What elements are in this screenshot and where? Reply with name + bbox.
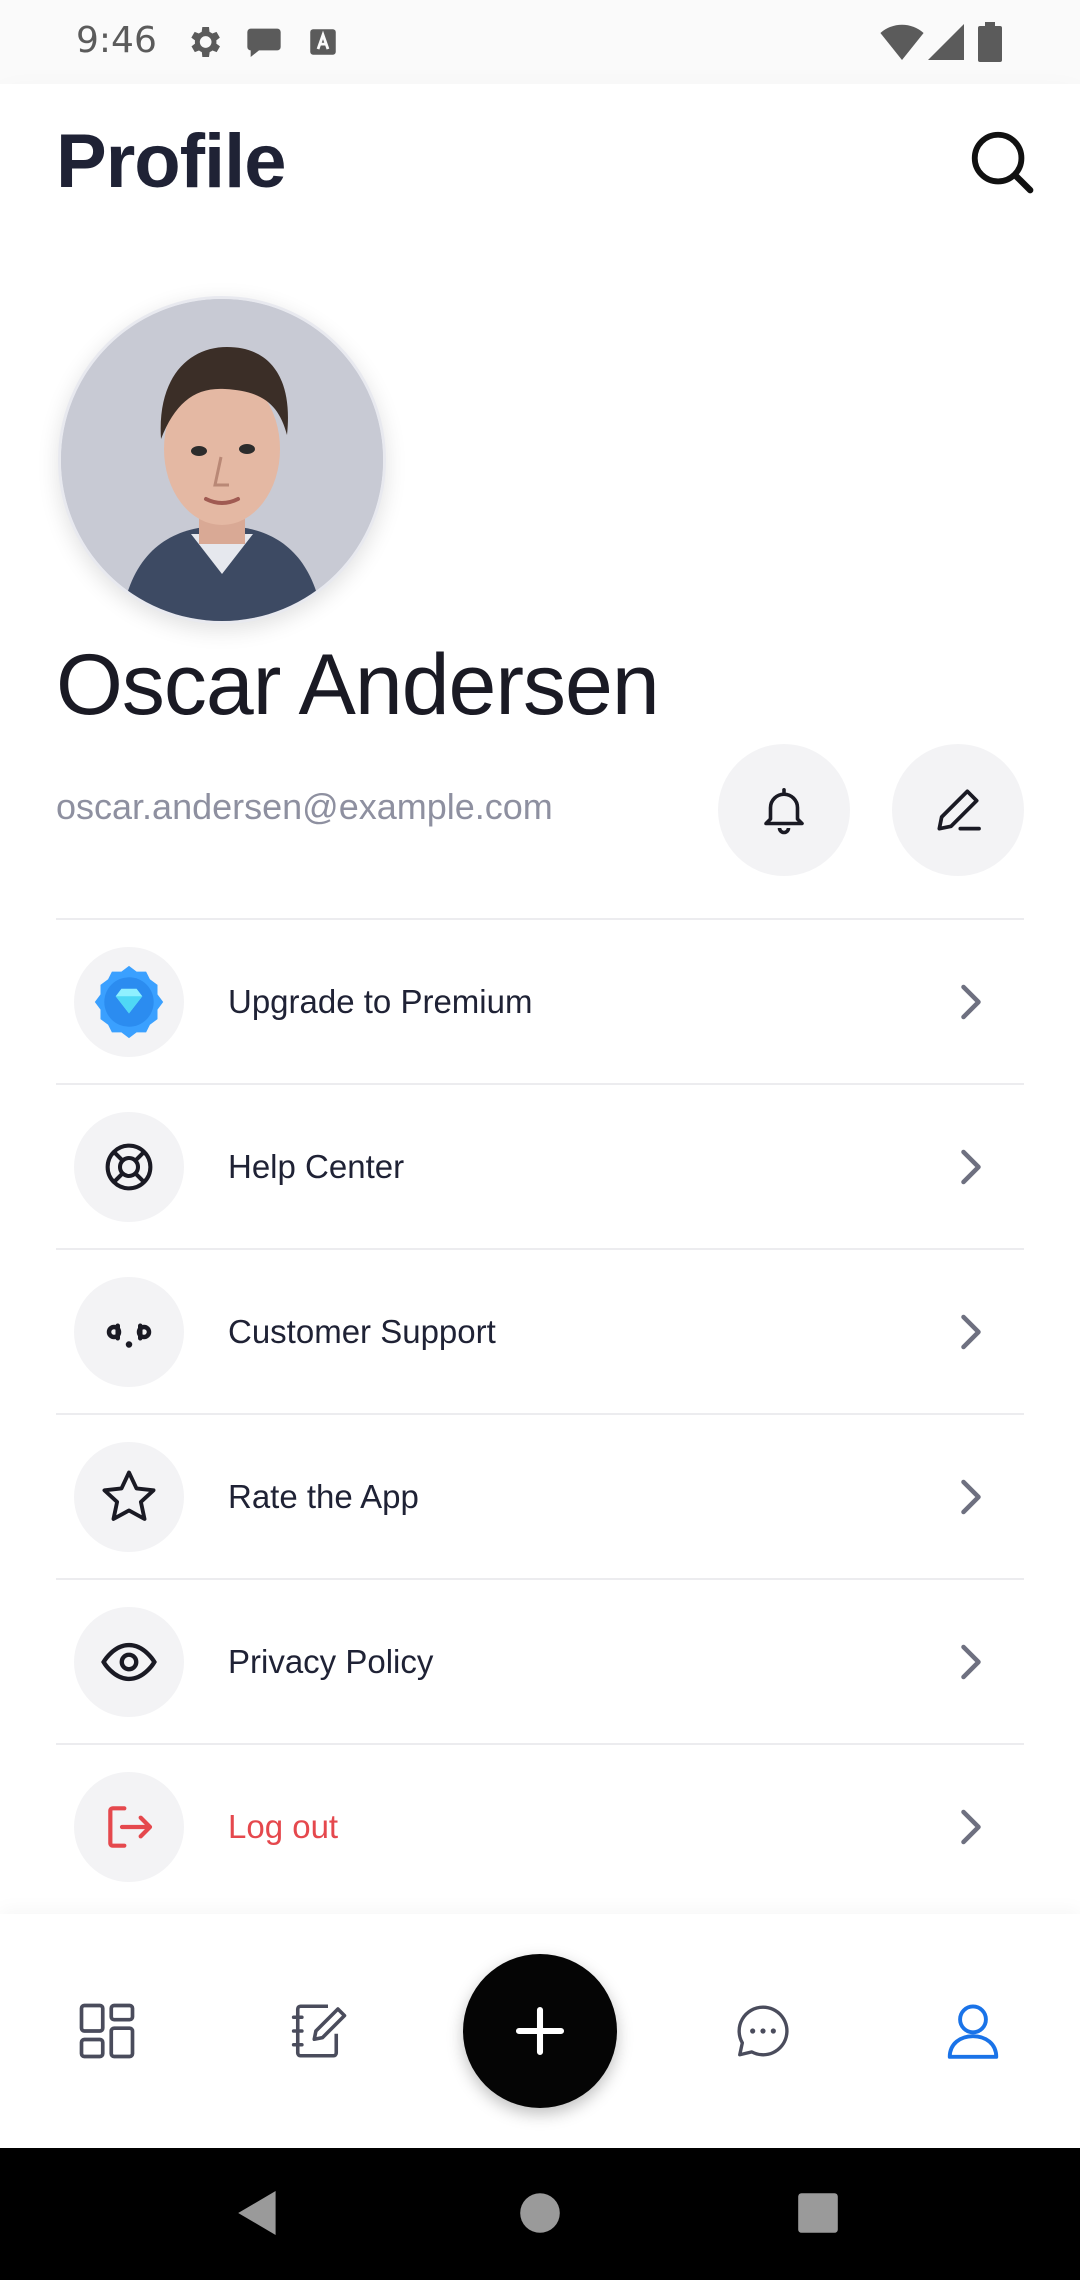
message-icon [247,28,281,57]
menu-item-help-center[interactable]: Help Center [56,1085,1024,1250]
menu-item-upgrade-premium[interactable]: Upgrade to Premium [56,920,1024,1085]
chevron-right-icon [961,1314,981,1349]
user-icon [947,2004,999,2059]
menu-icon-circle [74,946,184,1057]
add-icon [515,2006,565,2056]
notifications-button[interactable] [718,744,850,876]
edit-profile-button[interactable] [892,744,1024,876]
avatar-person-image [61,299,383,621]
menu-item-privacy-policy[interactable]: Privacy Policy [56,1580,1024,1745]
app-bar: Profile [0,84,1080,236]
nav-notes[interactable] [280,1994,354,2068]
chevron-right-icon [961,1149,981,1184]
menu-item-customer-support[interactable]: Customer Support [56,1250,1024,1415]
menu-label: Log out [228,1807,339,1845]
menu-item-log-out[interactable]: Log out [56,1745,1024,1908]
menu-item-rate-app[interactable]: Rate the App [56,1415,1024,1580]
add-button[interactable] [463,1954,617,2108]
user-name: Oscar Andersen [56,637,660,733]
bottom-nav [0,1914,1080,2148]
profile-content: Oscar Andersen oscar.andersen@example.co… [0,236,1080,1916]
menu-label: Rate the App [228,1477,419,1515]
nav-chat[interactable] [726,1994,800,2068]
chevron-right-icon [961,1644,981,1679]
notes-icon [291,2004,347,2058]
wifi-icon [880,24,924,60]
chat-icon [737,2005,789,2057]
avatar [58,296,386,624]
status-bar: 9:46 [0,0,1080,84]
chevron-right-icon [961,984,981,1019]
nav-dashboard[interactable] [70,1994,144,2068]
menu-label: Upgrade to Premium [228,982,533,1020]
cellular-signal-icon [928,24,964,60]
menu-label: Privacy Policy [228,1642,434,1680]
battery-icon [978,22,1002,62]
menu-label: Help Center [228,1147,405,1185]
bell-icon [764,787,804,835]
logout-icon [108,1805,153,1848]
chevron-right-icon [961,1809,981,1844]
dashboard-icon [79,2003,135,2059]
system-nav-bar [0,2148,1080,2280]
status-time: 9:46 [76,20,157,61]
lifebuoy-icon [105,1143,153,1190]
user-email: oscar.andersen@example.com [56,786,553,827]
recents-icon[interactable] [796,2188,840,2238]
settings-icon [191,27,220,57]
menu-icon-circle [74,1111,184,1222]
page-title: Profile [56,119,286,204]
keyboard-a-icon [310,29,336,55]
menu-icon-circle [74,1441,184,1552]
pencil-icon [937,789,981,831]
menu-icon-circle [74,1771,184,1882]
profile-menu: Upgrade to Premium Help Center Customer … [56,918,1024,1908]
nav-profile[interactable] [936,1994,1010,2068]
menu-label: Customer Support [228,1312,496,1350]
menu-icon-circle [74,1276,184,1387]
menu-icon-circle [74,1606,184,1717]
star-icon [102,1470,156,1521]
back-icon[interactable] [236,2188,280,2238]
eye-icon [101,1642,157,1681]
support-face-icon [106,1323,152,1348]
home-icon[interactable] [518,2188,562,2238]
search-icon[interactable] [966,126,1036,196]
chevron-right-icon [961,1479,981,1514]
premium-gem-icon [94,965,164,1038]
